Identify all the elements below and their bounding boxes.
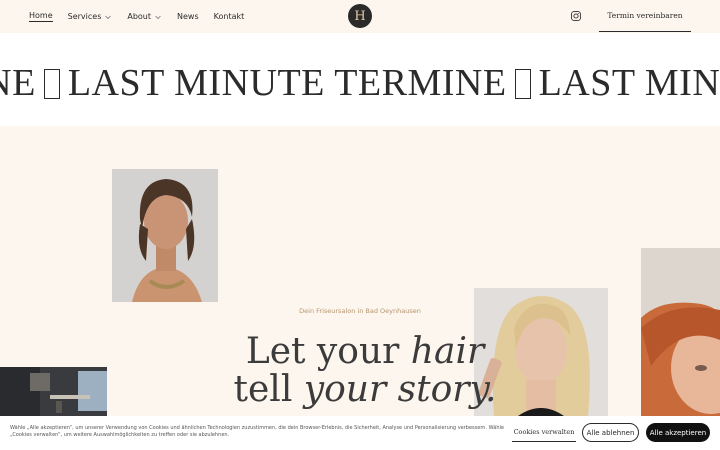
headline-emphasis: hair: [410, 331, 485, 372]
salon-interior-photo: [0, 367, 107, 416]
hero-headline: Let your hair tell your story.: [230, 333, 500, 409]
decline-all-button[interactable]: Alle ablehnen: [582, 423, 639, 442]
marquee-text: LAST MINUT: [538, 62, 720, 104]
nav-item-news[interactable]: News: [177, 11, 199, 22]
chevron-down-icon: [105, 15, 112, 19]
logo-monogram: H: [354, 8, 366, 24]
nav-label: News: [177, 12, 199, 21]
nav-label: Home: [29, 11, 53, 20]
marquee-banner: INE LAST MINUTE TERMINE LAST MINUT: [0, 33, 720, 126]
instagram-icon[interactable]: [571, 11, 581, 21]
main-nav: Home Services About News Kontakt: [29, 11, 244, 22]
hero-subtitle: Dein Friseursalon in Bad Oeynhausen: [299, 307, 421, 315]
model-photo-redhead: [641, 248, 720, 416]
nav-label: Services: [67, 12, 102, 21]
headline-line: Let your hair: [230, 333, 500, 371]
marquee-text: LAST MINUTE TERMINE: [67, 62, 507, 104]
chevron-down-icon: [155, 15, 161, 19]
headline-text: Let your: [245, 331, 411, 372]
manage-cookies-button[interactable]: Cookies verwalten: [512, 423, 576, 442]
site-header: Home Services About News Kontakt H Termi…: [0, 0, 720, 32]
cookie-notice-text: Wähle „Alle akzeptieren“, um unserer Ver…: [10, 425, 504, 438]
nav-item-home[interactable]: Home: [29, 11, 53, 22]
nav-item-about[interactable]: About: [127, 11, 162, 22]
marquee-track: INE LAST MINUTE TERMINE LAST MINUT: [0, 61, 720, 105]
separator-icon: [514, 69, 531, 99]
nav-label: About: [127, 12, 152, 21]
headline-text: tell: [233, 369, 304, 410]
separator-icon: [43, 69, 60, 99]
book-appointment-button[interactable]: Termin vereinbaren: [599, 0, 691, 32]
nav-item-kontakt[interactable]: Kontakt: [214, 11, 245, 22]
nav-item-services[interactable]: Services: [68, 11, 113, 22]
headline-emphasis: your story.: [303, 369, 497, 410]
marquee-text: INE: [0, 62, 36, 104]
model-photo-man: [112, 169, 218, 302]
site-logo[interactable]: H: [348, 4, 372, 28]
nav-label: Kontakt: [213, 12, 245, 21]
headline-line: tell your story.: [230, 371, 500, 409]
accept-all-button[interactable]: Alle akzeptieren: [646, 423, 710, 442]
